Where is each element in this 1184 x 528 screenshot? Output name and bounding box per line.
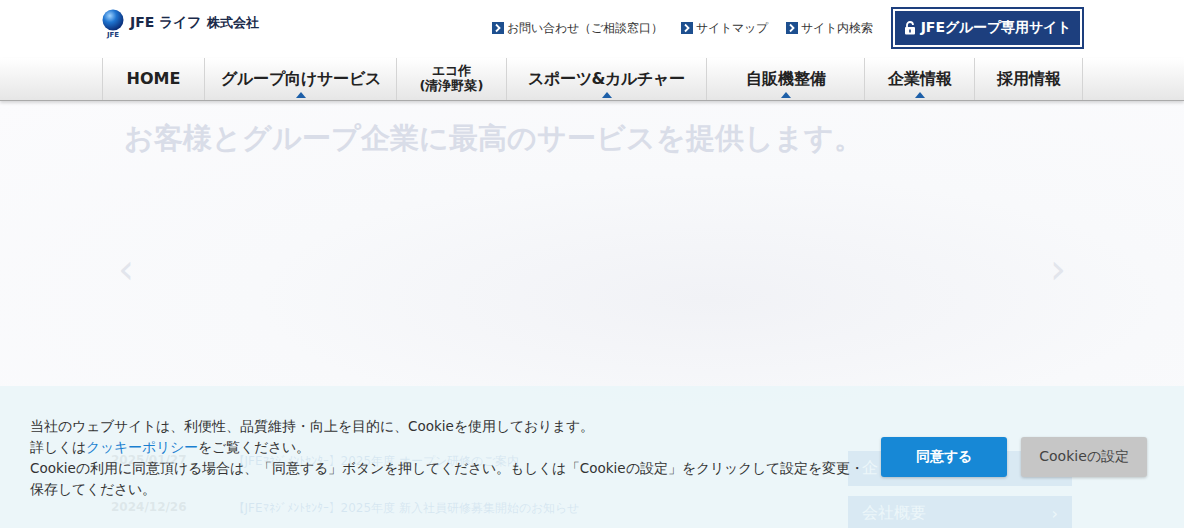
- page: JFE JFE ライフ株式会社 お問い合わせ（ご相談窓口） サイトマップ サイト内検索 J…: [0, 0, 1184, 528]
- utility-links: お問い合わせ（ご相談窓口） サイトマップ サイト内検索 JFEグループ専用サイト: [492, 9, 1082, 47]
- nav-item-label: HOME: [127, 69, 181, 88]
- nav-item[interactable]: 自販機整備: [707, 58, 865, 100]
- nav-item[interactable]: HOME: [103, 58, 205, 100]
- cookie-banner: 当社のウェブサイトは、利便性、品質維持・向上を目的に、Cookieを使用しており…: [0, 386, 1184, 528]
- hero-slider: お客様とグループ企業に最高のサービスを提供します。 ‹ ›: [0, 101, 1184, 431]
- chevron-square-icon: [681, 22, 693, 34]
- cookie-line: 当社のウェブサイトは、利便性、品質維持・向上を目的に、Cookieを使用しており…: [30, 416, 881, 437]
- cookie-line: 詳しくはクッキーポリシーをご覧ください。: [30, 437, 881, 458]
- nav-band: HOMEグループ向けサービスエコ作(清浄野菜)スポーツ&カルチャー自販機整備企業…: [0, 58, 1184, 101]
- cookie-line: 保存してください。: [30, 479, 881, 500]
- slider-next-button[interactable]: ›: [1050, 249, 1066, 289]
- nav-item-label: 企業情報: [888, 69, 952, 88]
- slider-prev-button[interactable]: ‹: [118, 249, 134, 289]
- logo-mark: JFE: [102, 9, 124, 39]
- nav-item[interactable]: エコ作(清浄野菜): [397, 58, 507, 100]
- nav-item[interactable]: グループ向けサービス: [205, 58, 397, 100]
- nav-item-label: エコ作: [432, 64, 471, 79]
- submenu-caret-icon: [915, 92, 925, 98]
- logo[interactable]: JFE JFE ライフ株式会社: [102, 9, 259, 39]
- logo-suffix: 株式会社: [207, 15, 259, 30]
- cookie-accept-button[interactable]: 同意する: [881, 437, 1007, 477]
- utility-link[interactable]: サイトマップ: [681, 20, 768, 37]
- cookie-line: Cookieの利用に同意頂ける場合は、「同意する」ボタンを押してください。もしく…: [30, 458, 881, 479]
- nav-item-label: 採用情報: [997, 69, 1061, 88]
- hero-inner: お客様とグループ企業に最高のサービスを提供します。: [102, 101, 1082, 159]
- lock-icon: [904, 21, 916, 35]
- chevron-square-icon: [786, 22, 798, 34]
- nav-item[interactable]: スポーツ&カルチャー: [507, 58, 707, 100]
- group-site-button[interactable]: JFEグループ専用サイト: [893, 9, 1082, 47]
- chevron-square-icon: [492, 22, 504, 34]
- nav-item-label: 自販機整備: [746, 69, 826, 88]
- nav-item[interactable]: 採用情報: [975, 58, 1083, 100]
- cookie-settings-button[interactable]: Cookieの設定: [1021, 437, 1147, 477]
- submenu-caret-icon: [602, 92, 612, 98]
- header: JFE JFE ライフ株式会社 お問い合わせ（ご相談窓口） サイトマップ サイト内検索 J…: [0, 0, 1184, 101]
- submenu-caret-icon: [781, 92, 791, 98]
- logo-sphere-icon: [102, 9, 124, 31]
- logo-name: JFE ライフ株式会社: [130, 14, 259, 32]
- logo-mark-text: JFE: [107, 32, 119, 39]
- nav-item[interactable]: 企業情報: [865, 58, 975, 100]
- cookie-policy-link[interactable]: クッキーポリシー: [86, 439, 198, 455]
- nav-item-label: グループ向けサービス: [221, 69, 381, 88]
- cookie-text: 当社のウェブサイトは、利便性、品質維持・向上を目的に、Cookieを使用しており…: [30, 416, 881, 500]
- nav-item-label: スポーツ&カルチャー: [528, 69, 686, 88]
- hero-headline: お客様とグループ企業に最高のサービスを提供します。: [124, 119, 1082, 159]
- submenu-caret-icon: [296, 92, 306, 98]
- utility-link[interactable]: サイト内検索: [786, 20, 873, 37]
- main-nav: HOMEグループ向けサービスエコ作(清浄野菜)スポーツ&カルチャー自販機整備企業…: [102, 58, 1082, 100]
- nav-item-label: (清浄野菜): [420, 79, 484, 94]
- utility-link[interactable]: お問い合わせ（ご相談窓口）: [492, 20, 663, 37]
- top-bar: JFE JFE ライフ株式会社 お問い合わせ（ご相談窓口） サイトマップ サイト内検索 J…: [102, 0, 1082, 58]
- cookie-buttons: 同意する Cookieの設定: [881, 437, 1147, 477]
